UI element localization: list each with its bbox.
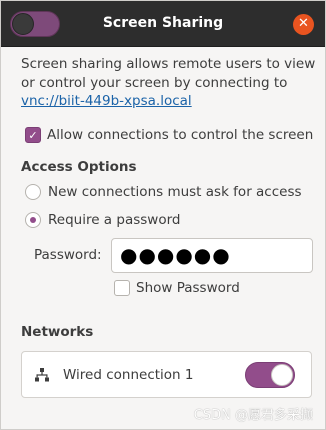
screen-sharing-dialog: Screen Sharing ✕ Screen sharing allows r… — [0, 0, 326, 430]
radio-ask-access[interactable]: New connections must ask for access — [25, 184, 302, 200]
wired-network-icon — [35, 368, 49, 382]
allow-control-checkbox[interactable]: ✓ — [25, 127, 41, 143]
close-icon[interactable]: ✕ — [293, 14, 314, 35]
network-list: Wired connection 1 — [21, 351, 312, 398]
network-item-label: Wired connection 1 — [63, 367, 194, 383]
vnc-address-link[interactable]: vnc://biit-449b-xpsa.local — [21, 93, 192, 109]
radio-require-password[interactable]: Require a password — [25, 212, 180, 228]
access-options-heading: Access Options — [21, 159, 137, 175]
switch-knob — [271, 364, 293, 386]
radio-label: New connections must ask for access — [48, 184, 302, 200]
networks-heading: Networks — [21, 324, 94, 340]
password-field[interactable]: ●●●●●● — [111, 238, 313, 273]
show-password-row[interactable]: Show Password — [114, 280, 240, 296]
show-password-checkbox[interactable] — [114, 280, 130, 296]
window-title: Screen Sharing — [102, 15, 224, 31]
description-text: Screen sharing allows remote users to vi… — [21, 56, 316, 91]
allow-control-label: Allow connections to control the screen — [47, 127, 314, 143]
radio-label: Require a password — [48, 212, 181, 228]
radio-button[interactable] — [25, 212, 41, 228]
title-bar: Screen Sharing ✕ — [1, 1, 325, 47]
watermark: CSDN @愿君多采撷 — [193, 408, 313, 423]
show-password-label: Show Password — [136, 280, 240, 296]
description: Screen sharing allows remote users to vi… — [21, 55, 317, 111]
password-label: Password: — [34, 247, 102, 263]
allow-control-row[interactable]: ✓ Allow connections to control the scree… — [25, 127, 313, 143]
network-item-switch[interactable] — [245, 362, 295, 388]
radio-button[interactable] — [25, 184, 41, 200]
